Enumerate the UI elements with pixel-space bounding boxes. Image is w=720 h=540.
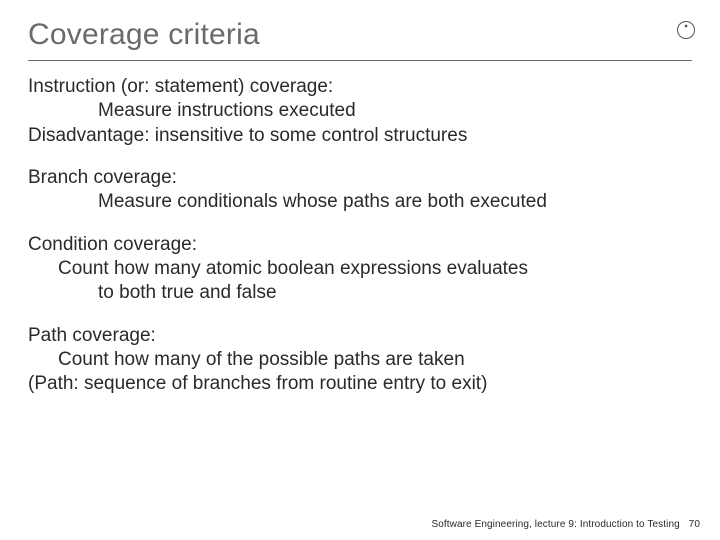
slide: Coverage criteria Instruction (or: state…	[0, 0, 720, 540]
footer-text: Software Engineering, lecture 9: Introdu…	[431, 519, 679, 530]
page-number: 70	[689, 519, 700, 530]
section-detail-cont: to both true and false	[98, 281, 692, 305]
ring-icon	[676, 20, 696, 40]
section-tail: Disadvantage: insensitive to some contro…	[28, 124, 692, 148]
section-path: Path coverage: Count how many of the pos…	[28, 324, 692, 397]
section-tail: (Path: sequence of branches from routine…	[28, 372, 692, 396]
section-condition: Condition coverage: Count how many atomi…	[28, 233, 692, 306]
slide-footer: Software Engineering, lecture 9: Introdu…	[431, 519, 700, 530]
section-lead: Branch coverage:	[28, 166, 692, 190]
section-instruction: Instruction (or: statement) coverage: Me…	[28, 75, 692, 148]
section-detail: Count how many of the possible paths are…	[58, 348, 692, 372]
title-rule	[28, 60, 692, 61]
section-detail: Measure instructions executed	[98, 99, 692, 123]
slide-body: Instruction (or: statement) coverage: Me…	[28, 75, 692, 396]
section-lead: Instruction (or: statement) coverage:	[28, 75, 692, 99]
section-branch: Branch coverage: Measure conditionals wh…	[28, 166, 692, 215]
section-detail: Count how many atomic boolean expression…	[58, 257, 692, 281]
slide-title: Coverage criteria	[28, 18, 692, 52]
section-lead: Condition coverage:	[28, 233, 692, 257]
section-detail: Measure conditionals whose paths are bot…	[98, 190, 692, 214]
section-lead: Path coverage:	[28, 324, 692, 348]
